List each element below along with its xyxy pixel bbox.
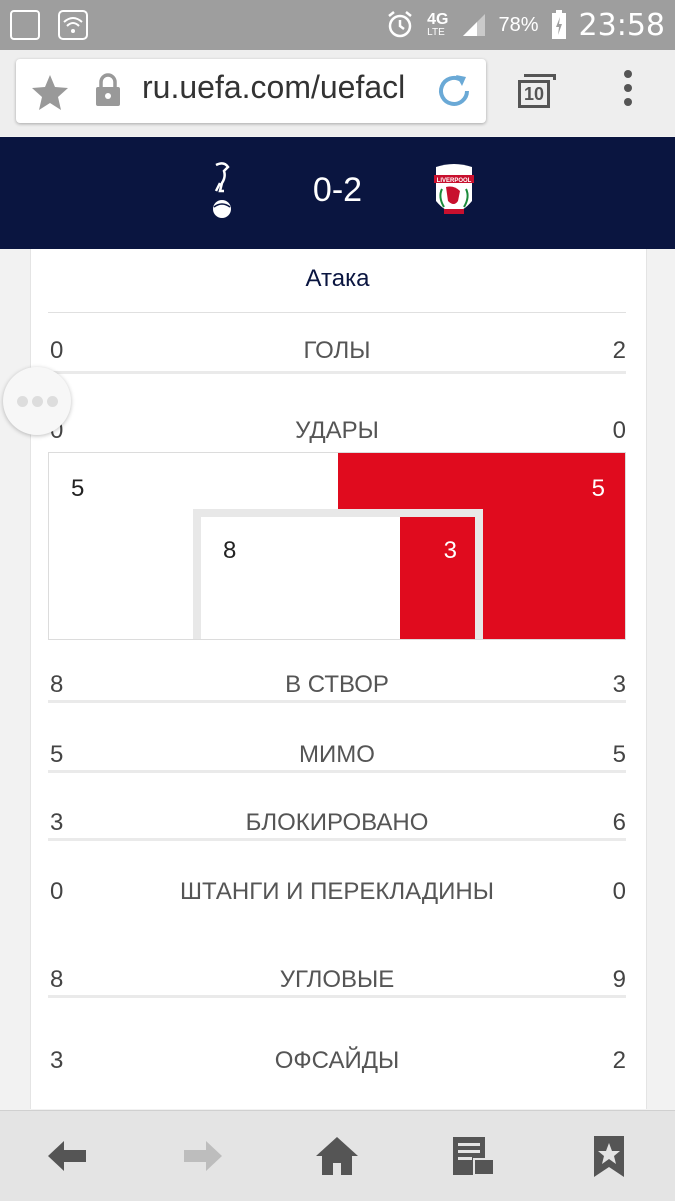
- bookmark-icon[interactable]: [586, 1133, 632, 1179]
- stat-row: 3 ОФСАЙДЫ 2: [48, 1039, 626, 1079]
- liverpool-crest-icon: LIVERPOOL: [434, 164, 474, 214]
- stat-label: МИМО: [299, 741, 375, 768]
- bottom-navigation: [0, 1110, 675, 1201]
- stat-row: 3 БЛОКИРОВАНО 6: [48, 801, 626, 841]
- browser-toolbar: ru.uefa.com/uefacl 10: [0, 50, 675, 136]
- more-options-button[interactable]: [3, 367, 71, 435]
- away-value: 3: [612, 671, 626, 698]
- goal-frame: 8 3: [193, 509, 483, 639]
- star-icon[interactable]: [30, 73, 70, 111]
- network-type: 4G LTE: [427, 10, 449, 38]
- forward-icon[interactable]: [180, 1133, 226, 1179]
- away-value: 2: [612, 337, 626, 364]
- divider: [48, 312, 626, 313]
- stat-row: 5 МИМО 5: [48, 733, 626, 773]
- reading-list-icon[interactable]: [450, 1133, 496, 1179]
- wifi-icon: [58, 10, 88, 40]
- svg-text:LIVERPOOL: LIVERPOOL: [437, 178, 472, 184]
- lock-icon: [96, 73, 120, 106]
- away-value: 0: [612, 878, 626, 905]
- home-inner-value: 8: [223, 537, 237, 564]
- status-bar: 4G LTE 78% 23:58: [0, 0, 675, 50]
- stat-row: 8 УГЛОВЫЕ 9: [48, 958, 626, 998]
- clock: 23:58: [578, 7, 665, 43]
- stat-label: УГЛОВЫЕ: [279, 966, 395, 993]
- away-value: 2: [612, 1047, 626, 1074]
- stat-label: ГОЛЫ: [303, 337, 371, 364]
- away-value: 6: [612, 809, 626, 836]
- home-icon[interactable]: [314, 1133, 360, 1179]
- away-inner-value: 3: [443, 537, 457, 564]
- home-outer-value: 5: [71, 475, 85, 502]
- divider: [48, 770, 626, 773]
- stat-label: ШТАНГИ И ПЕРЕКЛАДИНЫ: [180, 878, 494, 905]
- away-on-target-bar: [400, 517, 475, 639]
- battery-icon: [551, 10, 566, 39]
- divider: [48, 995, 626, 998]
- tabs-button[interactable]: 10: [518, 74, 558, 110]
- battery-percent: 78%: [498, 13, 539, 36]
- stat-row: 8В СТВОР 3: [48, 663, 626, 703]
- away-value: 0: [612, 417, 626, 444]
- alarm-icon: [388, 11, 412, 38]
- stat-label: БЛОКИРОВАНО: [245, 809, 429, 836]
- divider: [48, 838, 626, 841]
- match-score: 0-2: [312, 171, 363, 209]
- stat-label: УДАРЫ: [295, 417, 379, 444]
- stat-row-goals: 0 ГОЛЫ 2: [48, 329, 626, 374]
- away-value: 9: [612, 966, 626, 993]
- reload-icon[interactable]: [434, 71, 474, 111]
- stat-row: 0 ШТАНГИ И ПЕРЕКЛАДИНЫ 0: [48, 870, 626, 910]
- stat-row-shots: 0 УДАРЫ 0: [48, 409, 626, 449]
- signal-icon: [462, 14, 485, 36]
- section-title: Атака: [305, 265, 370, 292]
- away-outer-value: 5: [591, 475, 605, 502]
- away-value: 5: [612, 741, 626, 768]
- stat-label: В СТВОР: [285, 671, 389, 698]
- url-text[interactable]: ru.uefa.com/uefacl: [142, 69, 434, 106]
- tab-count: 10: [518, 80, 550, 108]
- shots-goal-graphic: 5 5 8 3: [48, 452, 626, 640]
- match-header: 0-2 LIVERPOOL: [0, 137, 675, 249]
- address-bar[interactable]: ru.uefa.com/uefacl: [16, 59, 486, 123]
- back-icon[interactable]: [44, 1133, 90, 1179]
- overflow-menu-icon[interactable]: [620, 70, 636, 112]
- notification-icon: [10, 10, 40, 40]
- divider: [48, 700, 626, 703]
- stat-label: ОФСАЙДЫ: [274, 1047, 400, 1074]
